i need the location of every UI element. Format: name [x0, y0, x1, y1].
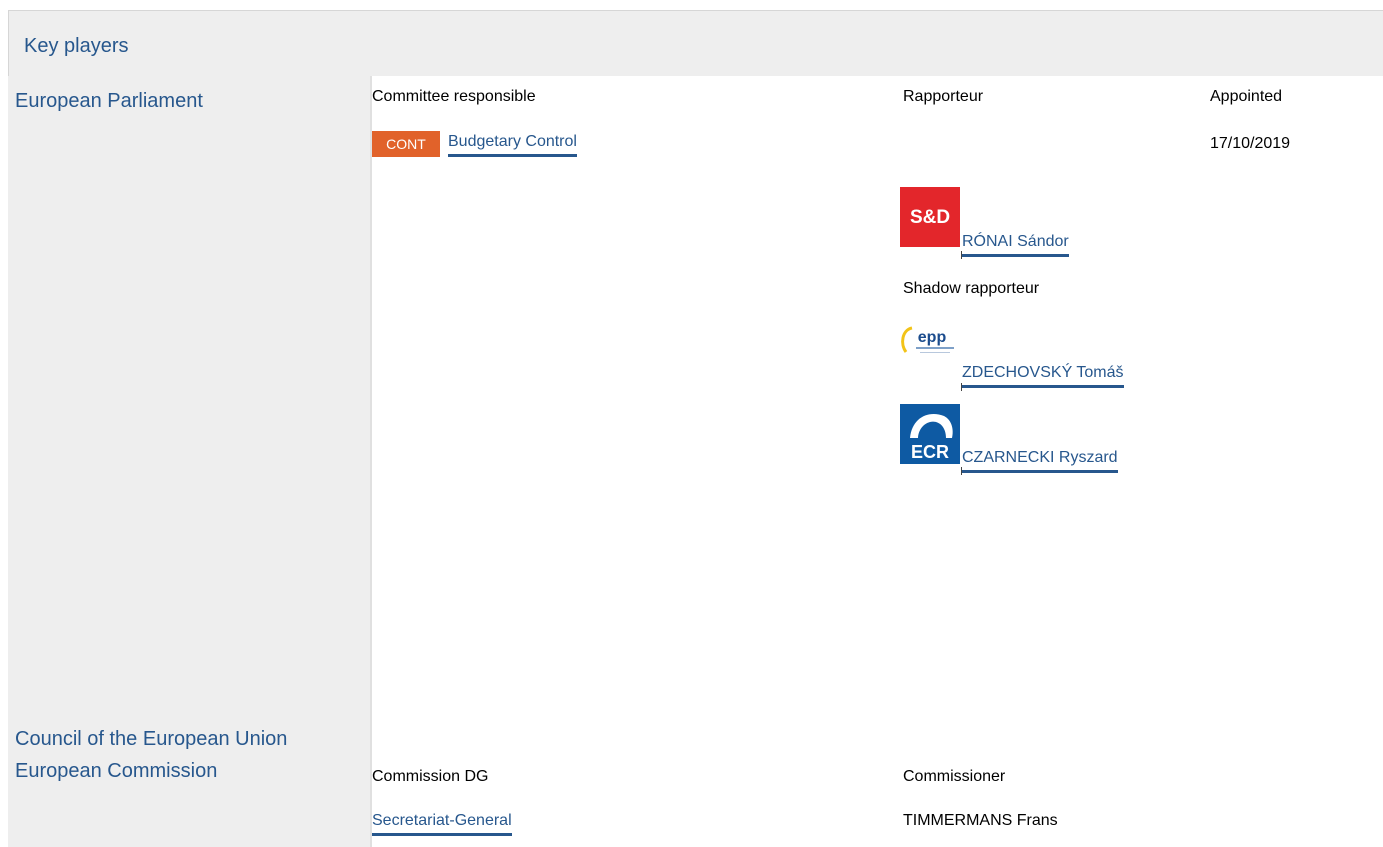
commission-dg-header: Commission DG: [372, 768, 489, 785]
sd-group-logo: S&D: [900, 187, 960, 247]
institution-council: Council of the European Union: [15, 728, 288, 750]
section-title: Key players: [24, 35, 129, 57]
institution-european-commission: European Commission: [15, 760, 218, 782]
commissioner-name: TIMMERMANS Frans: [903, 812, 1058, 829]
epp-logo-text: epp: [918, 329, 947, 346]
committee-responsible-header: Committee responsible: [372, 88, 536, 105]
institutions-column: European Parliament Council of the Europ…: [8, 76, 370, 847]
dg-link-secretariat-general[interactable]: Secretariat-General: [372, 812, 512, 836]
ecr-logo-text: ECR: [911, 442, 949, 462]
institution-european-parliament: European Parliament: [15, 90, 203, 112]
committee-link-budgetary-control[interactable]: Budgetary Control: [448, 133, 577, 157]
committee-code-badge: CONT: [372, 131, 440, 157]
epp-group-logo: epp: [900, 320, 960, 380]
shadow-rapporteur-header: Shadow rapporteur: [903, 280, 1040, 297]
appointed-header: Appointed: [1210, 88, 1283, 105]
appointed-date: 17/10/2019: [1210, 135, 1291, 152]
rapporteur-link-ronai[interactable]: RÓNAI Sándor: [962, 233, 1069, 257]
rapporteur-header: Rapporteur: [903, 88, 984, 105]
shadow-link-zdechovsky[interactable]: ZDECHOVSKÝ Tomáš: [962, 364, 1124, 388]
commissioner-header: Commissioner: [903, 768, 1006, 785]
shadow-link-czarnecki[interactable]: CZARNECKI Ryszard: [962, 449, 1118, 473]
sd-logo-text: S&D: [910, 207, 950, 228]
key-players-page: Key players European Parliament Council …: [0, 0, 1383, 847]
section-header: Key players: [8, 10, 1383, 76]
ecr-group-logo: ECR: [900, 404, 960, 464]
column-divider: [370, 76, 372, 847]
